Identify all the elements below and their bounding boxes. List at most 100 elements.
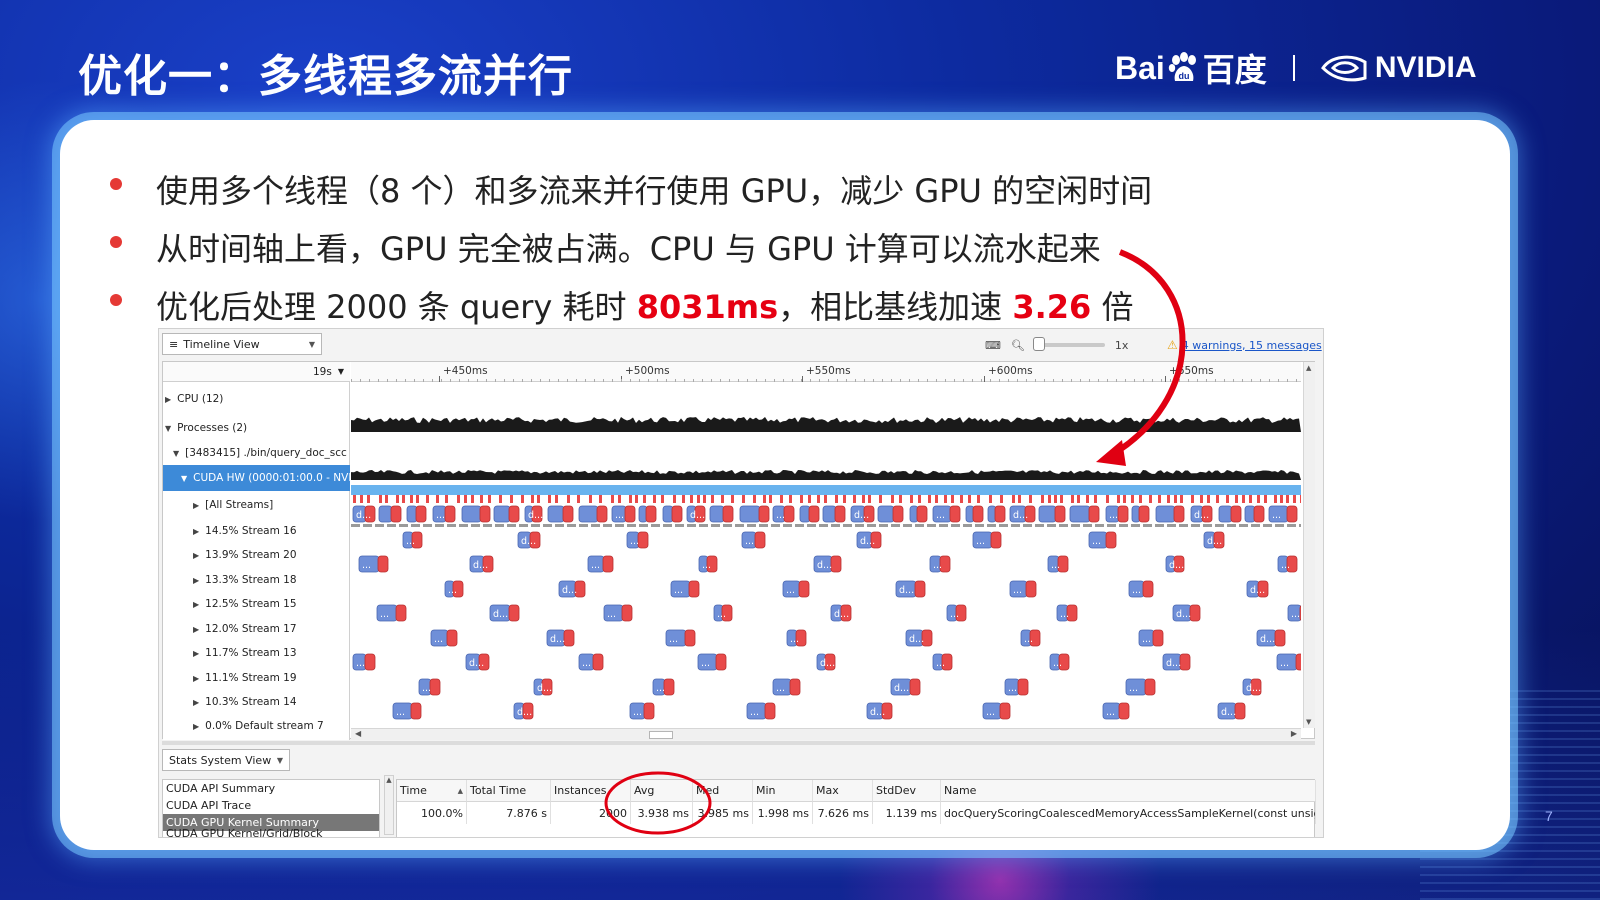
kernel-tick-mark xyxy=(1293,495,1296,503)
zoom-slider[interactable] xyxy=(1032,337,1105,351)
expand-arrow-icon[interactable]: ▶ xyxy=(193,600,199,609)
column-header[interactable]: Name xyxy=(941,780,1316,802)
column-header[interactable]: Avg xyxy=(631,780,693,802)
collapse-arrow-icon[interactable]: ▼ xyxy=(173,449,179,458)
scroll-down-icon[interactable]: ▼ xyxy=(1306,718,1311,726)
tree-row[interactable]: ▶ 13.3% Stream 18 xyxy=(163,568,350,592)
stream-gap-marker xyxy=(759,524,768,527)
kernel-box-blue xyxy=(1038,505,1057,523)
tree-row[interactable]: ▶ 13.9% Stream 20 xyxy=(163,543,350,567)
kernel-box-red xyxy=(764,702,776,720)
tree-row-label: Processes (2) xyxy=(177,422,248,434)
tree-row[interactable]: ▼ [3483415] ./bin/query_doc_scc xyxy=(163,441,350,465)
column-header[interactable]: Med xyxy=(693,780,753,802)
stats-report-item[interactable]: CUDA API Trace xyxy=(163,797,379,814)
kernel-tick-mark xyxy=(800,495,803,503)
expand-arrow-icon[interactable]: ▶ xyxy=(193,501,199,510)
kernel-tick-mark xyxy=(989,495,992,503)
column-header[interactable]: StdDev xyxy=(873,780,941,802)
stream-gap-marker xyxy=(711,524,720,527)
kernel-tick-mark xyxy=(653,495,656,503)
tree-row[interactable]: ▶ 11.7% Stream 13 xyxy=(163,641,350,665)
kernel-box-red xyxy=(479,505,491,523)
column-header[interactable]: Max xyxy=(813,780,873,802)
column-header[interactable]: Time ▲ xyxy=(397,780,467,802)
scroll-up-icon[interactable]: ▲ xyxy=(1306,364,1311,372)
tree-row-label: 10.3% Stream 14 xyxy=(205,696,297,708)
stats-view-selector[interactable]: Stats System View ▼ xyxy=(162,749,290,771)
column-header[interactable]: Total Time xyxy=(467,780,551,802)
stream-gap-marker xyxy=(867,524,876,527)
stream-gap-marker xyxy=(747,524,756,527)
kernel-box-label: ... xyxy=(582,658,591,669)
scroll-left-icon[interactable]: ◀ xyxy=(355,729,361,738)
tree-row[interactable]: ▼ Processes (2) xyxy=(163,416,350,440)
tree-row[interactable]: ▼ CUDA HW (0000:01:00.0 - NVI xyxy=(163,465,350,491)
horizontal-scrollbar[interactable]: ◀ ▶ xyxy=(351,728,1301,740)
zoom-slider-knob[interactable] xyxy=(1032,337,1045,351)
cuda-hw-utilization-bar xyxy=(351,485,1301,495)
kernel-box-red xyxy=(789,678,801,696)
zoom-out-icon[interactable]: 🔍︎ xyxy=(1011,339,1025,352)
stats-report-list: CUDA API Summary CUDA API Trace CUDA GPU K… xyxy=(162,779,380,838)
tree-row[interactable]: ▶ 11.1% Stream 19 xyxy=(163,666,350,690)
table-cell: 1.998 ms xyxy=(753,802,813,824)
collapse-arrow-icon[interactable]: ▼ xyxy=(181,474,187,483)
expand-arrow-icon[interactable]: ▶ xyxy=(193,576,199,585)
panel-splitter[interactable] xyxy=(162,741,1315,745)
kernel-tick-mark xyxy=(935,495,938,503)
stats-report-item[interactable]: CUDA API Summary xyxy=(163,780,379,797)
kernel-box-label: ... xyxy=(1053,658,1062,669)
kernel-box-blue xyxy=(662,505,674,523)
expand-arrow-icon[interactable]: ▶ xyxy=(165,395,171,404)
kernel-box-blue xyxy=(1069,505,1091,523)
column-header[interactable]: Min xyxy=(753,780,813,802)
tree-row[interactable]: ▶ 10.3% Stream 14 xyxy=(163,690,350,714)
kernel-box-red xyxy=(783,505,795,523)
column-header[interactable]: Instances xyxy=(551,780,631,802)
kernel-tick-mark xyxy=(1226,495,1229,503)
sort-ascending-icon[interactable]: ▲ xyxy=(458,787,463,795)
scroll-right-icon[interactable]: ▶ xyxy=(1291,729,1297,738)
expand-arrow-icon[interactable]: ▶ xyxy=(193,698,199,707)
stats-report-item[interactable]: CUDA GPU Kernel/Grid/Block Summary xyxy=(163,827,379,838)
tree-row[interactable]: ▶ CPU (12) xyxy=(163,387,350,411)
stream-gap-marker xyxy=(399,524,408,527)
expand-arrow-icon[interactable]: ▶ xyxy=(193,649,199,658)
kernel-box-red xyxy=(602,555,614,573)
kernel-box-blue xyxy=(709,505,725,523)
stats-view-selector-label: Stats System View xyxy=(169,753,272,767)
stream-gap-marker xyxy=(1035,524,1044,527)
time-scale-selector[interactable]: 19s ▼ xyxy=(163,362,350,382)
expand-arrow-icon[interactable]: ▶ xyxy=(193,722,199,731)
tree-row[interactable]: ▶ 12.0% Stream 17 xyxy=(163,617,350,641)
logo-bar: Bai du 百度 NVIDIA xyxy=(1115,38,1477,98)
kernel-box-red xyxy=(563,629,575,647)
stream-gap-marker xyxy=(987,524,996,527)
view-selector[interactable]: ≡ Timeline View ▼ xyxy=(162,333,322,355)
kernel-tick-mark xyxy=(385,495,388,503)
kernel-tick-mark xyxy=(1216,495,1219,503)
kernel-box-red xyxy=(892,505,904,523)
tree-row[interactable]: ▶ [All Streams] xyxy=(163,493,350,517)
collapse-arrow-icon[interactable]: ▼ xyxy=(165,424,171,433)
kernel-box-label: d... xyxy=(860,536,875,547)
expand-arrow-icon[interactable]: ▶ xyxy=(193,551,199,560)
tree-row[interactable]: ▶ 0.0% Default stream 7 xyxy=(163,714,350,738)
vertical-scrollbar[interactable]: ▲ ▼ xyxy=(1303,362,1315,728)
tree-row[interactable]: ▶ 12.5% Stream 15 xyxy=(163,592,350,616)
kernel-tick-mark xyxy=(780,495,783,503)
expand-arrow-icon[interactable]: ▶ xyxy=(193,674,199,683)
expand-arrow-icon[interactable]: ▶ xyxy=(193,527,199,536)
keyboard-icon[interactable]: ⌨ xyxy=(985,339,1001,352)
expand-arrow-icon[interactable]: ▶ xyxy=(193,625,199,634)
table-row[interactable]: 100.0% 7.876 s 2000 3.938 ms 3.985 ms 1.998 m… xyxy=(397,802,1316,824)
time-ruler: +450ms +500ms +550ms +600ms +650ms xyxy=(351,362,1301,382)
tree-row[interactable]: ▶ 14.5% Stream 16 xyxy=(163,519,350,543)
warnings-link[interactable]: 4 warnings, 15 messages xyxy=(1182,339,1322,352)
kernel-box-label: ... xyxy=(1060,609,1069,620)
horizontal-scroll-thumb[interactable] xyxy=(649,731,673,739)
timeline-tracks[interactable]: d...... d...... d...... d...... d...... d....… xyxy=(351,382,1301,727)
report-list-scrollbar[interactable]: ▲ xyxy=(384,775,394,835)
kernel-box-label: d... xyxy=(469,658,484,669)
